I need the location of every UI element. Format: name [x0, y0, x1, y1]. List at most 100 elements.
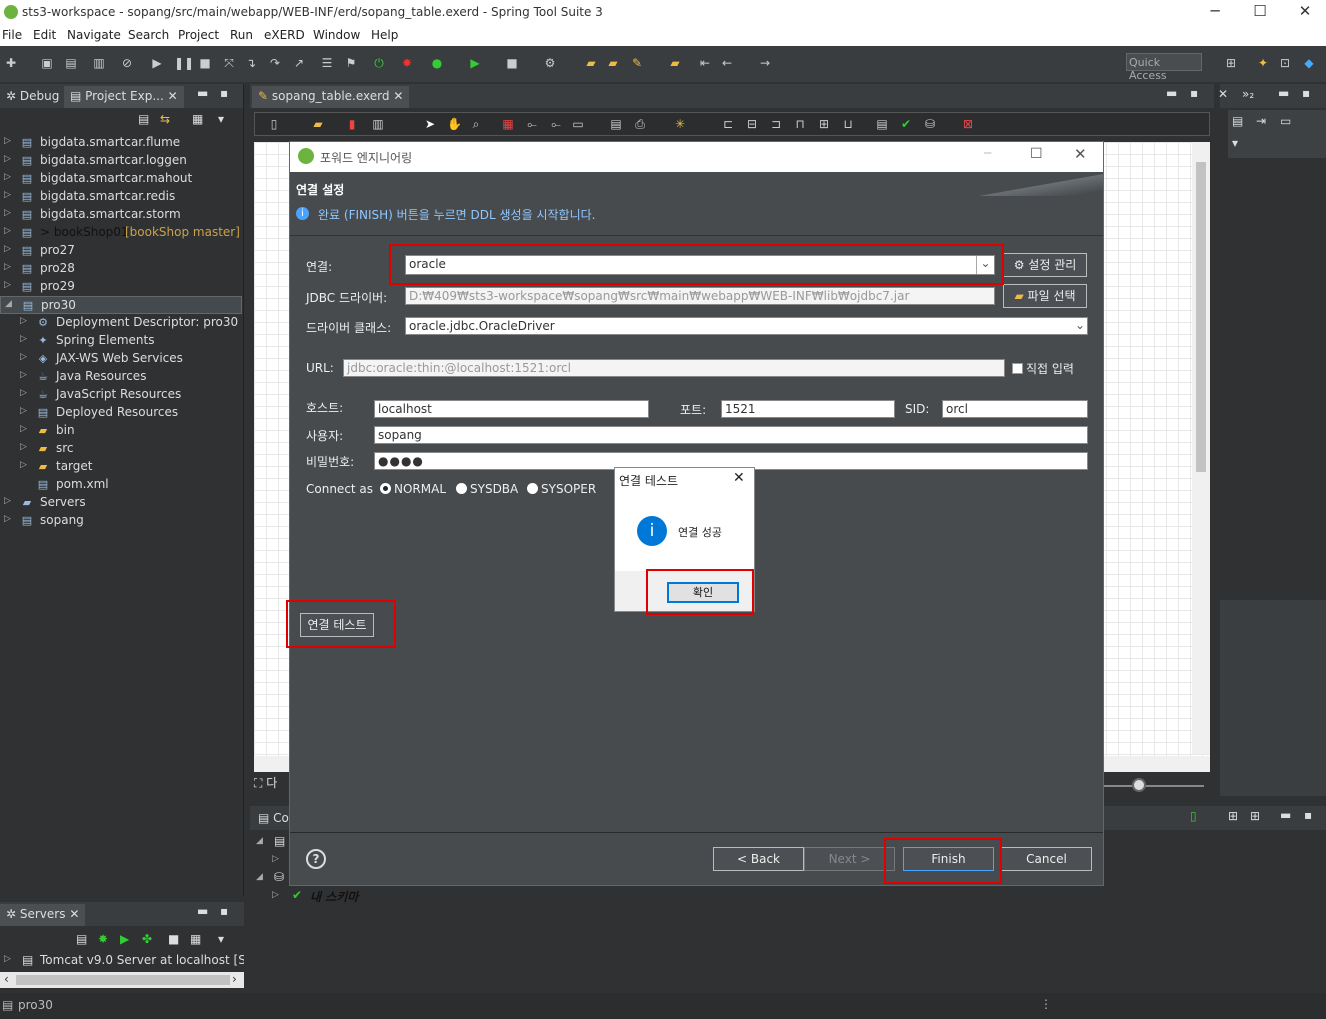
- help-icon[interactable]: ⊠: [961, 117, 975, 131]
- align-left-icon[interactable]: ⊏: [721, 117, 735, 131]
- resume-icon[interactable]: ▶: [150, 56, 164, 70]
- console-icon[interactable]: ☰: [320, 56, 334, 70]
- view-menu-icon[interactable]: ▦: [192, 112, 203, 126]
- tree-item[interactable]: ▷ ◈ JAX-WS Web Services: [0, 350, 242, 368]
- vertical-scrollbar[interactable]: [1192, 142, 1210, 754]
- debug-icon[interactable]: ✸: [400, 56, 414, 70]
- tab-sopang-table[interactable]: ✎ sopang_table.exerd ✕: [252, 86, 410, 108]
- server-stop-icon[interactable]: ■: [168, 932, 179, 946]
- schema-node-label[interactable]: 내 스키마: [310, 888, 358, 905]
- tree-item[interactable]: ▷ ▤ sopang: [0, 512, 242, 530]
- more-views-icon[interactable]: »₂: [1242, 87, 1254, 101]
- driver-chevron-down-icon[interactable]: ⌄: [1075, 318, 1085, 332]
- menu-exerd[interactable]: eXERD: [264, 28, 305, 42]
- link-editor-icon[interactable]: ⇆: [160, 112, 170, 126]
- menu-help[interactable]: Help: [371, 28, 398, 42]
- table-icon[interactable]: ▦: [501, 117, 515, 131]
- expand-icon[interactable]: ▷: [4, 954, 11, 964]
- dialog-maximize-icon[interactable]: ☐: [1030, 146, 1043, 162]
- expand-arrow-icon[interactable]: ▷: [4, 262, 11, 272]
- tree-item[interactable]: ▷ ▰ bin: [0, 422, 242, 440]
- dialog-close-icon[interactable]: ✕: [1074, 145, 1087, 163]
- cancel-button[interactable]: Cancel: [1001, 847, 1092, 871]
- maximize-console-icon[interactable]: ▪: [1304, 808, 1312, 822]
- collapse-all-icon[interactable]: ▤: [138, 112, 149, 126]
- server-publish-icon[interactable]: ▦: [190, 932, 201, 946]
- align-right-icon[interactable]: ⊐: [769, 117, 783, 131]
- open-perspective-icon[interactable]: ⊞: [1224, 56, 1238, 70]
- minimize-editor-icon[interactable]: ▬: [1166, 86, 1177, 100]
- relation-icon[interactable]: ⟜: [525, 117, 539, 131]
- scroll-right-icon[interactable]: ›: [232, 972, 237, 986]
- maximize-icon[interactable]: ☐: [1245, 2, 1275, 20]
- menu-run[interactable]: Run: [230, 28, 253, 42]
- radio-sysdba-dot[interactable]: [456, 483, 467, 494]
- perspective-spring-icon[interactable]: ✦: [1256, 56, 1270, 70]
- checkbox-box[interactable]: [1012, 363, 1023, 374]
- auto-layout-icon[interactable]: ✳: [673, 117, 687, 131]
- tree-item[interactable]: ▷ ▤ pro28: [0, 260, 242, 278]
- driver-class-select[interactable]: oracle.jdbc.OracleDriver ⌄: [405, 317, 1088, 335]
- hand-icon[interactable]: ✋: [447, 117, 462, 131]
- tree-item[interactable]: ▷ ▤ bigdata.smartcar.redis: [0, 188, 242, 206]
- validate-icon[interactable]: ✔: [899, 117, 913, 131]
- jdbc-driver-field[interactable]: D:₩409₩sts3-workspace₩sopang₩src₩main₩we…: [405, 287, 995, 305]
- expand-arrow-icon[interactable]: ▷: [20, 352, 27, 362]
- tree-item[interactable]: ▷ ▤ pro27: [0, 242, 242, 260]
- close-servers-tab-icon[interactable]: ✕: [69, 907, 79, 921]
- next-button[interactable]: Next >: [804, 847, 895, 871]
- close-right-icon[interactable]: ✕: [1218, 87, 1228, 101]
- save-icon[interactable]: ▣: [40, 56, 54, 70]
- open-type-icon[interactable]: ▰: [606, 56, 620, 70]
- expand-arrow-icon[interactable]: ▷: [4, 244, 11, 254]
- expand-arrow-icon[interactable]: ▷: [4, 280, 11, 290]
- search-folder-icon[interactable]: ▰: [668, 56, 682, 70]
- perspective-git-icon[interactable]: ⊡: [1278, 56, 1292, 70]
- tree-item[interactable]: ▷ ▰ Servers: [0, 494, 242, 512]
- console-expand3-icon[interactable]: ◢: [256, 872, 263, 882]
- zoom-slider[interactable]: [1104, 778, 1210, 794]
- console-filter-icon[interactable]: ⊞: [1250, 809, 1260, 823]
- close-editor-tab-icon[interactable]: ✕: [393, 89, 403, 103]
- note-icon[interactable]: ▭: [571, 117, 585, 131]
- external-tools-icon[interactable]: ⚙: [543, 56, 557, 70]
- server-collapse-icon[interactable]: ▤: [76, 932, 87, 946]
- menu-project[interactable]: Project: [178, 28, 219, 42]
- step-into-icon[interactable]: ↴: [244, 56, 258, 70]
- layer-icon[interactable]: ▯: [267, 117, 281, 131]
- file-select-button[interactable]: ▰ 파일 선택: [1003, 284, 1087, 308]
- tree-item[interactable]: ▤ pom.xml: [0, 476, 242, 494]
- maximize-servers-icon[interactable]: ▪: [220, 904, 228, 918]
- tree-item[interactable]: ▷ ▤ Deployed Resources: [0, 404, 242, 422]
- align-bottom-icon[interactable]: ⊔: [841, 117, 855, 131]
- expand-arrow-icon[interactable]: ▷: [4, 154, 11, 164]
- direct-input-checkbox[interactable]: 직접 입력: [1012, 360, 1074, 377]
- tree-item[interactable]: ▷ ▰ src: [0, 440, 242, 458]
- relation2-icon[interactable]: ⟜: [549, 117, 563, 131]
- quick-access-input[interactable]: Quick Access: [1126, 53, 1202, 82]
- tree-item[interactable]: ▷ ▤ bigdata.smartcar.storm: [0, 206, 242, 224]
- power-icon[interactable]: ⏻: [372, 56, 386, 70]
- v-scroll-thumb[interactable]: [1196, 162, 1206, 472]
- expand-arrow-icon[interactable]: ▷: [20, 424, 27, 434]
- dropdown-icon[interactable]: ▾: [1232, 136, 1238, 150]
- server-profile-icon[interactable]: ✤: [142, 932, 152, 946]
- select-pointer-icon[interactable]: ➤: [423, 117, 437, 131]
- expand-arrow-icon[interactable]: ▷: [20, 388, 27, 398]
- minimize-right-icon[interactable]: ▬: [1278, 86, 1289, 100]
- console-expand2-icon[interactable]: ▷: [272, 854, 279, 864]
- scroll-thumb[interactable]: [16, 975, 230, 985]
- db-icon[interactable]: ⛁: [923, 117, 937, 131]
- last-edit-icon[interactable]: ⇤: [698, 56, 712, 70]
- step-over-icon[interactable]: ↷: [268, 56, 282, 70]
- perspective-debug-icon[interactable]: ◆: [1302, 56, 1316, 70]
- run-icon[interactable]: ▶: [468, 56, 482, 70]
- tree-item[interactable]: ▷ ▤ pro29: [0, 278, 242, 296]
- menu-navigate[interactable]: Navigate: [67, 28, 121, 42]
- radio-normal-dot[interactable]: [380, 483, 391, 494]
- document-icon[interactable]: ▤: [875, 117, 889, 131]
- tree-item[interactable]: ▷ ▤ > bookShop01 [bookShop master]: [0, 224, 242, 242]
- expand-arrow-icon[interactable]: ▷: [20, 406, 27, 416]
- outline-view-icon[interactable]: ▤: [1232, 114, 1243, 128]
- server-menu-icon[interactable]: ▾: [218, 932, 224, 946]
